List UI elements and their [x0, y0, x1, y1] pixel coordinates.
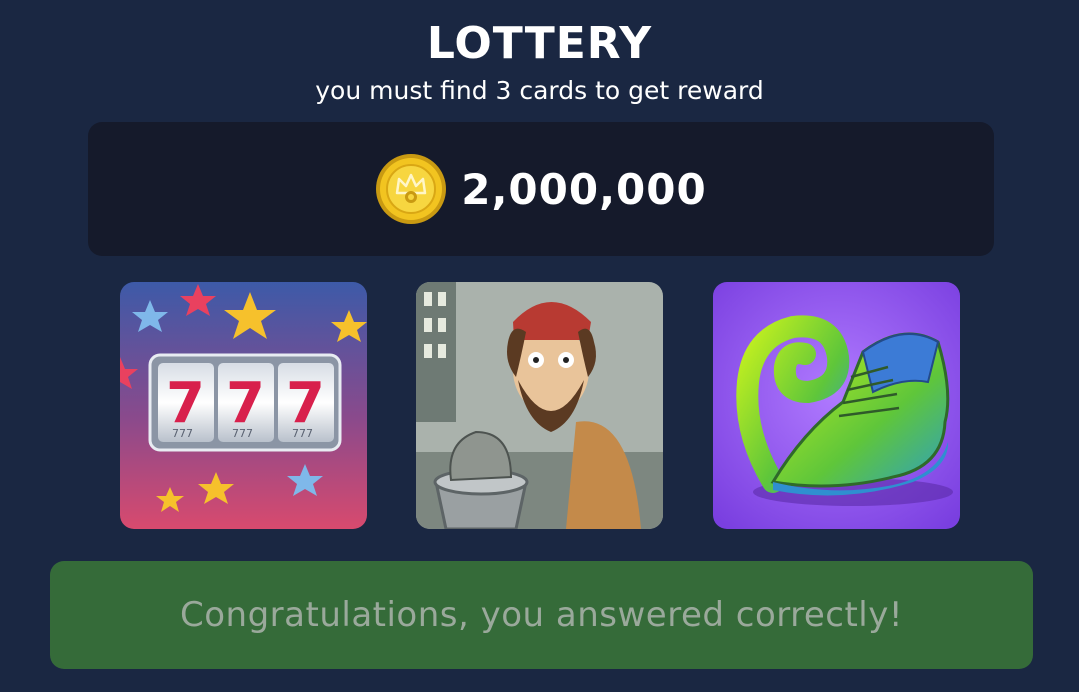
result-banner: Congratulations, you answered correctly! — [50, 561, 1033, 669]
result-message: Congratulations, you answered correctly! — [180, 595, 903, 635]
page-title: LOTTERY — [426, 18, 653, 69]
page-subtitle: you must find 3 cards to get reward — [315, 76, 764, 105]
homeless-man-icon — [416, 282, 663, 529]
shoe-icon — [713, 282, 960, 529]
reward-panel: 2,000,000 — [88, 122, 994, 256]
svg-text:777: 777 — [232, 427, 253, 440]
slot-machine-icon: 7 7 7 777 777 777 — [120, 282, 367, 529]
svg-text:777: 777 — [172, 427, 193, 440]
gold-coin-icon — [376, 154, 447, 224]
homeless-man-trash-card[interactable] — [416, 282, 663, 529]
slot-machine-777-card[interactable]: 7 7 7 777 777 777 — [120, 282, 367, 529]
curled-green-shoe-card[interactable] — [713, 282, 960, 529]
reward-amount: 2,000,000 — [461, 164, 707, 214]
svg-text:777: 777 — [292, 427, 313, 440]
